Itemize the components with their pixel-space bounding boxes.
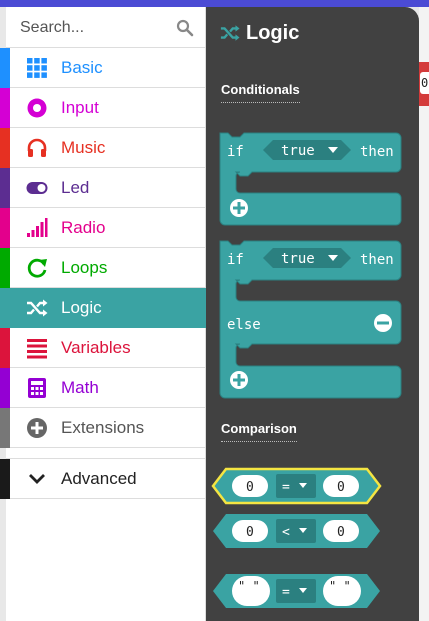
search-icon[interactable] <box>176 19 194 37</box>
add-branch-button[interactable] <box>230 199 248 217</box>
category-color-stripe <box>0 168 10 208</box>
category-basic[interactable]: Basic <box>0 48 206 88</box>
condition-value: true <box>281 251 315 267</box>
add-branch-button[interactable] <box>230 371 248 389</box>
right-operand[interactable]: " " <box>329 579 351 593</box>
if-keyword: if <box>227 252 244 268</box>
category-label: Variables <box>61 338 131 357</box>
if-then-else-block[interactable]: if true then else <box>219 240 402 399</box>
top-menu-bar <box>0 0 429 7</box>
if-keyword: if <box>227 144 244 160</box>
toggle-icon <box>26 182 48 194</box>
category-variables[interactable]: Variables <box>0 328 206 368</box>
condition-value: true <box>281 143 315 159</box>
category-color-stripe <box>0 328 10 368</box>
left-operand[interactable]: " " <box>238 579 260 593</box>
category-label: Radio <box>61 218 106 237</box>
category-label: Led <box>61 178 90 197</box>
compare-equal-block[interactable]: 0 = 0 <box>211 467 382 505</box>
category-logic[interactable]: Logic <box>0 288 206 328</box>
category-label: Basic <box>61 58 103 77</box>
search-input[interactable] <box>20 16 170 40</box>
category-color-stripe <box>0 248 10 288</box>
flyout-blocks: if true then if true then else 0 = 0 0 <… <box>211 132 402 608</box>
canvas-block-value[interactable]: 0 <box>420 72 429 94</box>
chevron-down-icon <box>29 474 45 484</box>
circle-dot-icon <box>27 98 47 118</box>
calculator-icon <box>28 378 46 398</box>
condition-dropdown[interactable]: true <box>263 248 351 268</box>
category-label: Input <box>61 98 99 117</box>
operator-value[interactable]: = <box>282 585 290 600</box>
remove-branch-button[interactable] <box>374 314 392 332</box>
category-radio[interactable]: Radio <box>0 208 206 248</box>
category-label: Loops <box>61 258 108 277</box>
category-color-stripe <box>0 48 10 88</box>
then-keyword: then <box>360 252 394 268</box>
category-led[interactable]: Led <box>0 168 206 208</box>
category-color-stripe <box>0 128 10 168</box>
operator-value[interactable]: = <box>282 480 290 495</box>
list-icon <box>27 339 47 359</box>
compare-less-block[interactable]: 0 < 0 <box>213 514 380 548</box>
toolbox: Basic Input Music Led <box>0 7 206 621</box>
right-operand[interactable]: 0 <box>337 525 345 540</box>
category-color-stripe <box>0 288 10 328</box>
plus-circle-icon <box>27 418 47 438</box>
category-color-stripe <box>0 368 10 408</box>
condition-dropdown[interactable]: true <box>263 140 351 160</box>
left-operand[interactable]: 0 <box>246 480 254 495</box>
if-then-block[interactable]: if true then <box>219 132 402 226</box>
headphones-icon <box>27 138 47 157</box>
category-extensions[interactable]: Extensions <box>0 408 206 448</box>
refresh-icon <box>27 258 47 278</box>
category-loops[interactable]: Loops <box>0 248 206 288</box>
category-label: Math <box>61 378 99 397</box>
shuffle-icon <box>27 299 48 317</box>
category-music[interactable]: Music <box>0 128 206 168</box>
category-color-stripe <box>0 208 10 248</box>
category-label: Music <box>61 138 106 157</box>
category-color-stripe <box>0 459 10 499</box>
toolbox-divider <box>6 450 206 459</box>
left-operand[interactable]: 0 <box>246 525 254 540</box>
right-operand[interactable]: 0 <box>337 480 345 495</box>
category-input[interactable]: Input <box>0 88 206 128</box>
category-math[interactable]: Math <box>0 368 206 408</box>
else-keyword: else <box>227 317 261 333</box>
category-advanced[interactable]: Advanced <box>0 459 206 499</box>
then-keyword: then <box>360 144 394 160</box>
compare-string-block[interactable]: " " = " " <box>213 574 380 608</box>
signal-bars-icon <box>27 218 48 237</box>
grid-icon <box>27 58 47 78</box>
logic-flyout: Logic Conditionals Comparison if true th… <box>206 7 419 621</box>
category-color-stripe <box>0 408 10 448</box>
category-color-stripe <box>0 88 10 128</box>
search-box <box>6 7 206 48</box>
category-label: Extensions <box>61 418 145 437</box>
operator-value[interactable]: < <box>282 525 290 540</box>
category-label: Logic <box>61 298 102 317</box>
category-label: Advanced <box>61 469 137 488</box>
